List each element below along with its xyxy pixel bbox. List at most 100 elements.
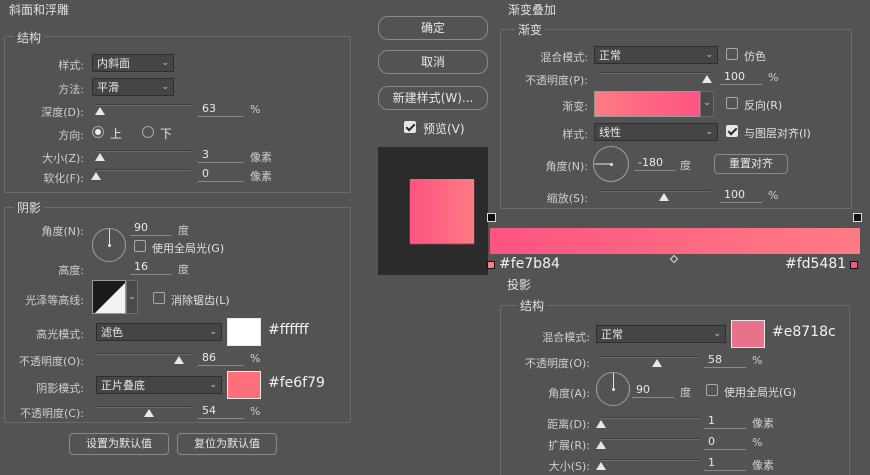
ds-opacity-unit: % bbox=[752, 354, 763, 367]
cancel-button[interactable]: 取消 bbox=[378, 50, 488, 74]
ds-angle-input[interactable]: 90 bbox=[632, 382, 674, 398]
ds-size-unit: 像素 bbox=[752, 459, 774, 472]
shading-angle-unit: 度 bbox=[178, 224, 189, 237]
ds-spread-unit: % bbox=[752, 436, 763, 449]
color-stop-right[interactable] bbox=[850, 261, 858, 269]
bevel-depth-slider[interactable] bbox=[96, 104, 191, 106]
shading-angle-input[interactable]: 90 bbox=[130, 220, 172, 236]
ds-color-hex: #e8718c bbox=[772, 324, 836, 340]
gradient-editor-bar[interactable] bbox=[490, 228, 860, 254]
ok-button[interactable]: 确定 bbox=[378, 16, 488, 40]
opacity-stop-left[interactable] bbox=[487, 213, 496, 222]
reset-align-button[interactable]: 重置对齐 bbox=[714, 154, 788, 174]
gradient-opacity-input[interactable]: 100 bbox=[720, 69, 762, 85]
gradient-scale-input[interactable]: 100 bbox=[720, 187, 762, 203]
highlight-opacity-slider-thumb[interactable] bbox=[174, 356, 184, 364]
highlight-opacity-slider[interactable] bbox=[96, 353, 191, 355]
gloss-contour-preview[interactable] bbox=[92, 280, 126, 314]
highlight-opacity-input[interactable]: 86 bbox=[198, 350, 244, 366]
bevel-style-dropdown[interactable]: 内斜面 ⌄ bbox=[92, 54, 174, 72]
gradient-opacity-slider-thumb[interactable] bbox=[702, 75, 712, 83]
gradient-blend-dropdown[interactable]: 正常 ⌄ bbox=[594, 46, 718, 64]
shading-angle-dial[interactable] bbox=[92, 228, 126, 262]
ds-opacity-slider-thumb[interactable] bbox=[652, 359, 662, 367]
bevel-size-input[interactable]: 3 bbox=[198, 147, 244, 163]
bevel-soften-input[interactable]: 0 bbox=[198, 166, 244, 182]
dither-checkbox[interactable] bbox=[726, 48, 738, 60]
antialias-checkbox[interactable] bbox=[153, 292, 165, 304]
shading-altitude-input[interactable]: 16 bbox=[130, 259, 172, 275]
reset-default-button[interactable]: 复位为默认值 bbox=[177, 433, 277, 455]
direction-down-radio[interactable] bbox=[142, 126, 154, 138]
reverse-checkbox[interactable] bbox=[726, 97, 738, 109]
ds-spread-input[interactable]: 0 bbox=[704, 434, 746, 450]
gradient-scale-slider[interactable] bbox=[598, 190, 710, 192]
bevel-size-slider-thumb[interactable] bbox=[95, 153, 105, 161]
ds-size-label: 大小(S): bbox=[548, 460, 590, 473]
preview-checkbox[interactable] bbox=[404, 121, 416, 133]
contour-curve-icon bbox=[93, 281, 125, 313]
gradient-angle-unit: 度 bbox=[680, 159, 691, 172]
bevel-soften-slider[interactable] bbox=[96, 169, 191, 171]
shading-angle-label: 角度(N): bbox=[41, 225, 84, 238]
gradient-label: 渐变: bbox=[562, 100, 588, 113]
highlight-opacity-unit: % bbox=[250, 352, 261, 365]
bevel-size-label: 大小(Z): bbox=[42, 152, 84, 165]
bevel-soften-slider-thumb[interactable] bbox=[91, 172, 101, 180]
direction-down-label: 下 bbox=[160, 127, 173, 141]
bevel-technique-dropdown[interactable]: 平滑 ⌄ bbox=[92, 78, 174, 96]
ds-blend-dropdown[interactable]: 正常 ⌄ bbox=[596, 325, 726, 343]
bevel-depth-label: 深度(D): bbox=[41, 106, 84, 119]
bevel-size-unit: 像素 bbox=[250, 151, 272, 164]
gradient-scale-slider-thumb[interactable] bbox=[659, 193, 669, 201]
ds-spread-slider-thumb[interactable] bbox=[596, 441, 606, 449]
ds-color-swatch[interactable] bbox=[731, 320, 765, 348]
gradient-style-dropdown[interactable]: 线性 ⌄ bbox=[594, 123, 718, 141]
bevel-depth-input[interactable]: 63 bbox=[198, 101, 244, 117]
ds-distance-input[interactable]: 1 bbox=[704, 413, 746, 429]
highlight-mode-dropdown[interactable]: 滤色 ⌄ bbox=[96, 323, 222, 341]
ds-distance-slider[interactable] bbox=[600, 417, 700, 419]
ds-size-input[interactable]: 1 bbox=[704, 455, 746, 471]
ds-size-slider-thumb[interactable] bbox=[596, 462, 606, 470]
highlight-color-swatch[interactable] bbox=[227, 318, 261, 346]
ds-angle-dial[interactable] bbox=[596, 372, 630, 406]
gloss-contour-dropdown[interactable]: ⌄ bbox=[126, 280, 138, 314]
shadow-color-swatch[interactable] bbox=[227, 371, 261, 399]
opacity-stop-right[interactable] bbox=[853, 213, 862, 222]
bevel-direction-label: 方向: bbox=[58, 129, 84, 142]
gradient-opacity-slider[interactable] bbox=[598, 72, 710, 74]
chevron-down-icon: ⌄ bbox=[713, 329, 721, 339]
ds-distance-label: 距离(D): bbox=[547, 418, 590, 431]
gradient-picker-dropdown[interactable]: ⌄ bbox=[700, 91, 714, 117]
bevel-depth-slider-thumb[interactable] bbox=[95, 107, 105, 115]
align-layer-checkbox[interactable] bbox=[726, 125, 738, 137]
gradient-angle-dial[interactable] bbox=[593, 146, 629, 182]
ds-opacity-input[interactable]: 58 bbox=[704, 352, 746, 368]
ds-distance-slider-thumb[interactable] bbox=[596, 420, 606, 428]
gradient-opacity-unit: % bbox=[768, 71, 779, 84]
shadow-mode-dropdown[interactable]: 正片叠底 ⌄ bbox=[96, 376, 222, 394]
shadow-opacity-slider[interactable] bbox=[96, 406, 191, 408]
gradient-angle-input[interactable]: -180 bbox=[634, 155, 676, 171]
ds-global-light-checkbox[interactable] bbox=[706, 384, 718, 396]
bevel-size-slider[interactable] bbox=[96, 150, 191, 152]
chevron-down-icon: ⌄ bbox=[705, 50, 713, 60]
gradient-picker-swatch[interactable] bbox=[594, 91, 700, 117]
gradient-opacity-label: 不透明度(P): bbox=[525, 74, 588, 87]
shadow-opacity-input[interactable]: 54 bbox=[198, 403, 244, 419]
shadow-opacity-slider-thumb[interactable] bbox=[144, 409, 154, 417]
shading-global-light-checkbox[interactable] bbox=[134, 240, 146, 252]
ds-spread-slider[interactable] bbox=[600, 438, 700, 440]
color-stop-left[interactable] bbox=[487, 261, 495, 269]
shadow-mode-label: 阴影模式: bbox=[36, 382, 84, 395]
midpoint-diamond-icon[interactable] bbox=[669, 254, 679, 264]
ds-opacity-slider[interactable] bbox=[600, 356, 700, 358]
drop-shadow-title: 投影 bbox=[504, 276, 535, 293]
chevron-down-icon: ⌄ bbox=[705, 127, 713, 137]
make-default-button[interactable]: 设置为默认值 bbox=[69, 433, 169, 455]
shading-global-light-label: 使用全局光(G) bbox=[152, 242, 225, 255]
new-style-button[interactable]: 新建样式(W)... bbox=[378, 86, 488, 110]
ds-size-slider[interactable] bbox=[600, 459, 700, 461]
direction-up-radio[interactable] bbox=[92, 126, 104, 138]
